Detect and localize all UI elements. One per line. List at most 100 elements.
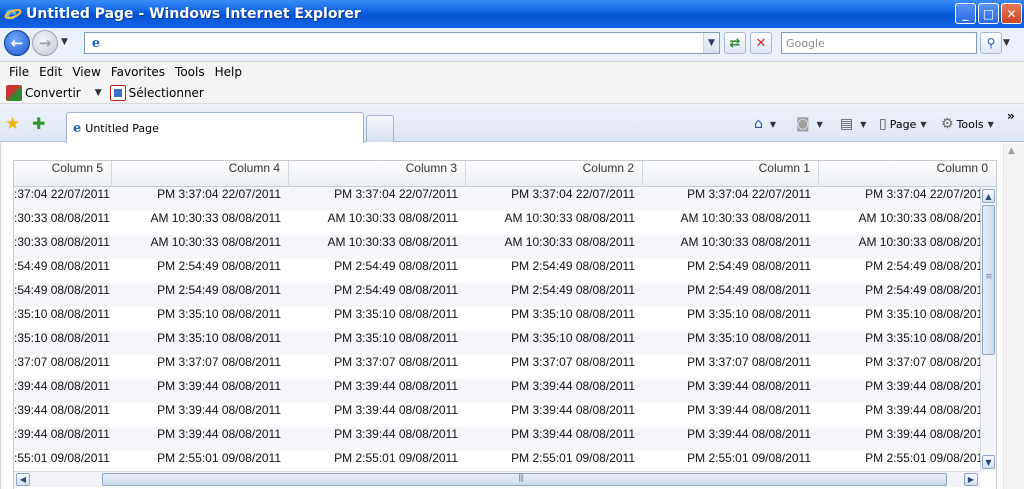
table-cell: PM 3:37:07 08/08/2011 [865,355,980,369]
menu-edit[interactable]: Edit [34,65,67,79]
table-row[interactable]: :35:10 08/08/2011 PM 3:35:10 08/08/2011 PM… [14,331,980,355]
table-row[interactable]: :30:33 08/08/2011 AM 10:30:33 08/08/2011 A… [14,211,980,235]
ie-logo-icon: e [3,2,23,24]
search-box [781,32,977,54]
table-row[interactable]: :37:07 08/08/2011 PM 3:37:07 08/08/2011 PM… [14,355,980,379]
select-button[interactable]: Sélectionner [109,84,204,101]
table-cell: AM 10:30:33 08/08/2011 [858,211,980,225]
table-cell: PM 3:39:44 08/08/2011 [865,379,980,393]
table-cell: PM 2:54:49 08/08/2011 [865,259,980,273]
tab-label: Untitled Page [85,121,159,135]
page-icon: ▯ [879,116,887,132]
chevron-down-icon: ▼ [708,38,715,48]
table-cell: AM 10:30:33 08/08/2011 [327,211,458,225]
print-button[interactable]: ▤ ▼ [840,116,866,132]
menu-view[interactable]: View [67,65,105,79]
recent-pages-dropdown[interactable]: ▼ [61,37,68,47]
table-cell: PM 3:35:10 08/08/2011 [334,331,458,345]
page-menu-label: Page [889,117,917,131]
address-input[interactable] [108,34,703,52]
home-icon: ⌂ [754,116,763,132]
table-cell: PM 2:55:01 09/08/2011 [687,451,811,465]
table-cell: AM 10:30:33 08/08/2011 [327,235,458,249]
more-commands-button[interactable]: » [1007,109,1015,123]
table-row[interactable]: :54:49 08/08/2011 PM 2:54:49 08/08/2011 PM… [14,283,980,307]
stop-icon: ✕ [755,35,767,51]
table-row[interactable]: :39:44 08/08/2011 PM 3:39:44 08/08/2011 PM… [14,379,980,403]
page-scrollbar[interactable]: ▲ [1003,143,1024,489]
column-header[interactable]: Column 2 [466,161,643,187]
home-button[interactable]: ⌂ ▼ [754,116,776,132]
menu-tools[interactable]: Tools [170,65,210,79]
scroll-up-button[interactable]: ▲ [982,189,995,203]
grid-header: Column 5 Column 4 Column 3 Column 2 Column 1… [14,161,996,187]
menu-help[interactable]: Help [210,65,247,79]
table-cell: :37:07 08/08/2011 [14,355,110,369]
table-cell: PM 3:39:44 08/08/2011 [157,427,281,441]
column-header[interactable]: Column 1 [643,161,819,187]
table-row[interactable]: :30:33 08/08/2011 AM 10:30:33 08/08/2011 A… [14,235,980,259]
stop-button[interactable]: ✕ [750,32,772,54]
tools-menu-button[interactable]: ⚙ Tools ▼ [941,116,994,132]
column-header[interactable]: Column 5 [14,161,112,187]
window-title: Untitled Page - Windows Internet Explore… [26,6,361,22]
table-row[interactable]: :55:01 09/08/2011 PM 2:55:01 09/08/2011 PM… [14,451,980,471]
search-input[interactable] [782,33,976,53]
feeds-button[interactable]: ◙ ▼ [796,116,823,132]
table-cell: PM 3:39:44 08/08/2011 [511,427,635,441]
column-header[interactable]: Column 4 [112,161,289,187]
search-options-dropdown[interactable]: ▼ [1003,38,1010,48]
back-button[interactable]: ← [4,30,30,56]
table-cell: PM 2:54:49 08/08/2011 [334,283,458,297]
table-row[interactable]: :35:10 08/08/2011 PM 3:35:10 08/08/2011 PM… [14,307,980,331]
refresh-icon: ⇄ [729,35,741,51]
table-cell: PM 3:35:10 08/08/2011 [687,331,811,345]
convert-button[interactable]: Convertir [6,84,81,101]
table-cell: PM 3:37:07 08/08/2011 [511,355,635,369]
table-cell: PM 3:39:44 08/08/2011 [687,379,811,393]
convert-dropdown[interactable]: ▼ [95,88,102,98]
column-header[interactable]: Column 0 [819,161,996,187]
table-row[interactable]: :37:04 22/07/2011 PM 3:37:04 22/07/2011 PM… [14,187,980,211]
data-grid: Column 5 Column 4 Column 3 Column 2 Column 1… [13,160,997,489]
table-cell: PM 3:37:04 22/07/2011 [511,187,635,201]
search-button[interactable]: ⚲ [980,32,1002,54]
new-tab-button[interactable] [366,115,394,142]
forward-button[interactable]: → [32,30,58,56]
table-row[interactable]: :39:44 08/08/2011 PM 3:39:44 08/08/2011 PM… [14,427,980,451]
column-header[interactable]: Column 3 [289,161,466,187]
table-row[interactable]: :54:49 08/08/2011 PM 2:54:49 08/08/2011 PM… [14,259,980,283]
address-bar: e ▼ [84,32,720,54]
table-cell: PM 2:54:49 08/08/2011 [157,259,281,273]
chevron-down-icon: ▼ [920,119,927,129]
favorites-center-button[interactable]: ★ [5,114,20,134]
menu-file[interactable]: File [4,65,34,79]
grid-horizontal-scrollbar[interactable]: ◀ ▶ [14,471,980,487]
table-cell: PM 3:37:04 22/07/2011 [157,187,281,201]
minimize-button[interactable]: _ [955,3,976,24]
horizontal-scroll-thumb[interactable] [102,473,947,486]
table-cell: PM 2:54:49 08/08/2011 [687,283,811,297]
page-menu-button[interactable]: ▯ Page ▼ [879,116,927,132]
close-button[interactable]: ✕ [1001,3,1022,24]
add-to-favorites-button[interactable]: ✚ [32,114,45,133]
tab-untitled-page[interactable]: e Untitled Page [66,112,364,143]
scroll-left-button[interactable]: ◀ [16,473,30,486]
ie-page-icon: e [91,35,101,51]
table-cell: PM 3:39:44 08/08/2011 [334,427,458,441]
table-cell: :39:44 08/08/2011 [14,427,110,441]
maximize-button[interactable]: □ [978,3,999,24]
scroll-right-button[interactable]: ▶ [964,473,978,486]
scroll-down-button[interactable]: ▼ [982,455,995,469]
refresh-button[interactable]: ⇄ [724,32,746,54]
table-cell: :54:49 08/08/2011 [14,259,110,273]
page-content: ▲ Column 5 Column 4 Column 3 Column 2 Column… [0,143,1024,489]
table-cell: :30:33 08/08/2011 [14,235,110,249]
table-cell: PM 2:54:49 08/08/2011 [157,283,281,297]
menu-favorites[interactable]: Favorites [106,65,170,79]
grid-vertical-scrollbar[interactable]: ▲ ▼ [980,187,996,471]
table-cell: PM 3:35:10 08/08/2011 [865,307,980,321]
table-row[interactable]: :39:44 08/08/2011 PM 3:39:44 08/08/2011 PM… [14,403,980,427]
address-dropdown[interactable]: ▼ [703,33,719,53]
vertical-scroll-thumb[interactable] [982,205,995,355]
